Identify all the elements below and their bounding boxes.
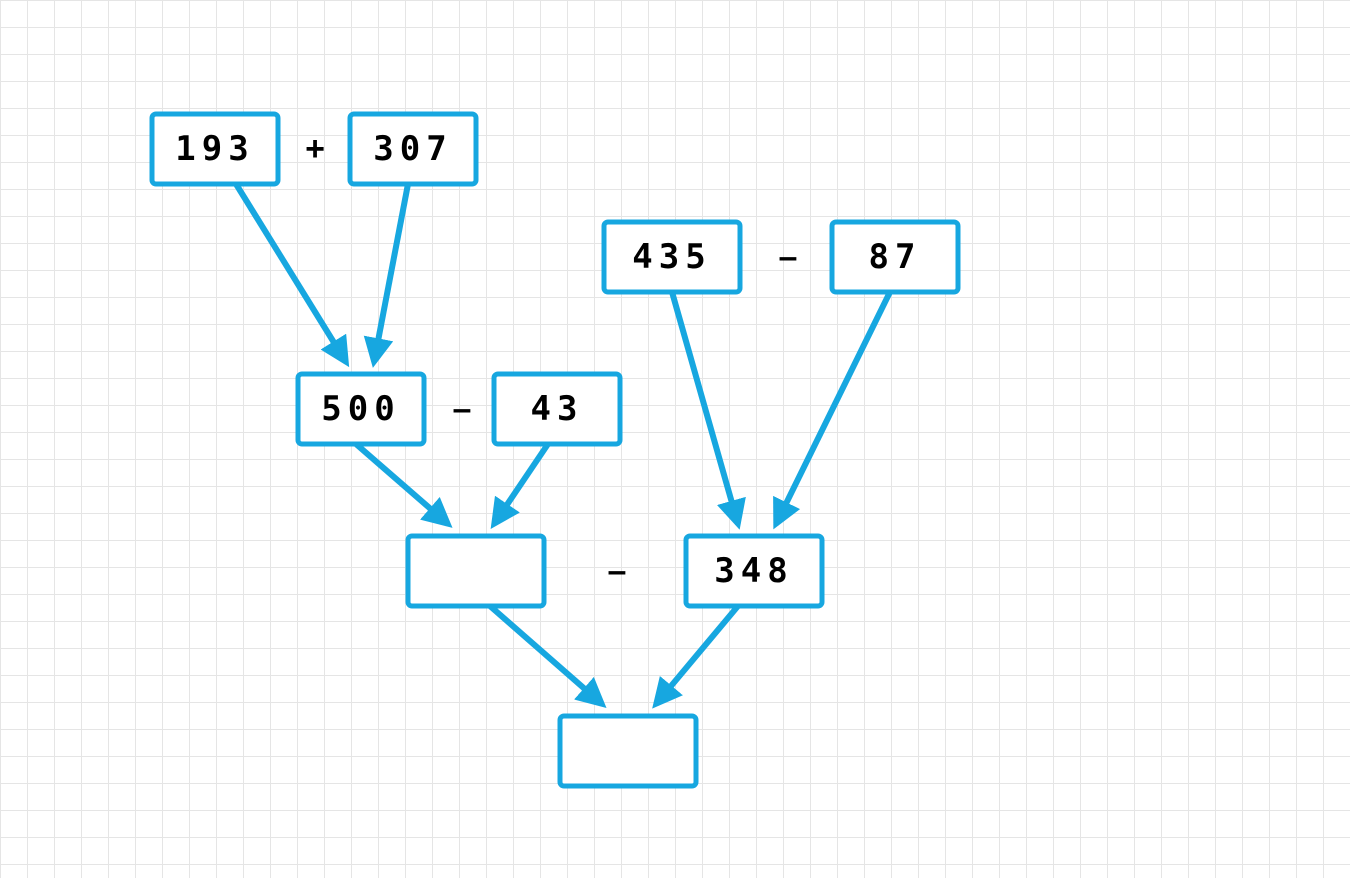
value-307: 307 [373,129,452,169]
arrow-500-to-blank [356,444,448,524]
arrow-43-to-blank [494,444,548,524]
op-minus-1: – [779,238,798,276]
arrow-435-to-348 [672,292,738,524]
op-minus-2: – [453,390,472,428]
arrow-193-to-500 [236,184,346,362]
value-348: 348 [714,551,793,591]
op-plus: + [305,130,325,168]
value-435: 435 [632,237,711,277]
arrow-348-to-result [656,606,738,704]
box-result[interactable] [560,716,696,786]
diagram: 193 + 307 435 – 87 500 – 43 – 348 [0,0,1350,878]
arrow-87-to-348 [776,292,890,524]
value-43: 43 [531,389,584,429]
box-blank-1[interactable] [408,536,544,606]
value-87: 87 [869,237,922,277]
arrow-blank-to-result [490,606,602,704]
value-193: 193 [175,129,254,169]
value-500: 500 [321,389,400,429]
op-minus-3: – [608,552,627,590]
arrow-307-to-500 [374,184,408,362]
